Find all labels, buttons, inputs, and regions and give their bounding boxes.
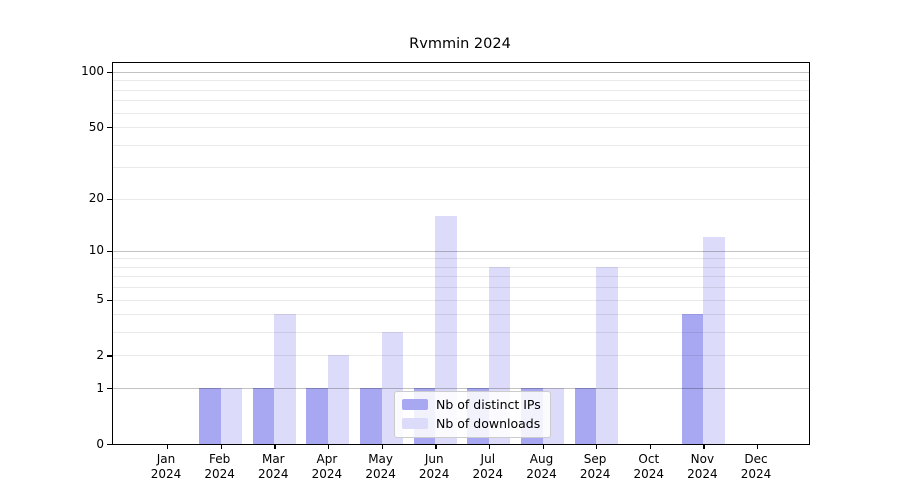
y-tick-10 [107, 251, 113, 252]
legend-row-distinct-ips: Nb of distinct IPs [402, 397, 541, 412]
bar-distinct-ips-nov [682, 314, 704, 444]
y-tick-20 [107, 199, 113, 200]
y-tick-label-50: 50 [0, 120, 104, 134]
x-tick-label-oct: Oct2024 [619, 452, 679, 482]
y-tick-label-0: 0 [0, 437, 104, 451]
legend: Nb of distinct IPs Nb of downloads [394, 391, 551, 438]
x-tick-label-jul: Jul2024 [458, 452, 518, 482]
chart-title: Rvmmin 2024 [112, 36, 808, 52]
gridline-60 [113, 113, 809, 114]
x-tick-label-feb: Feb2024 [190, 452, 250, 482]
y-tick-2 [107, 355, 113, 356]
x-tick-dec [757, 444, 758, 449]
x-tick-sep [596, 444, 597, 449]
x-tick-label-nov: Nov2024 [672, 452, 732, 482]
gridline-20 [113, 199, 809, 200]
bar-downloads-sep [596, 267, 618, 444]
y-tick-50 [107, 127, 113, 128]
y-tick-5 [107, 300, 113, 301]
y-tick-label-20: 20 [0, 191, 104, 205]
x-tick-aug [543, 444, 544, 449]
bar-distinct-ips-mar [253, 388, 275, 444]
x-tick-nov [703, 444, 704, 449]
bar-downloads-feb [221, 388, 243, 444]
gridline-40 [113, 145, 809, 146]
gridline-100 [113, 72, 809, 73]
bar-downloads-nov [703, 237, 725, 444]
legend-swatch-icon [402, 418, 428, 429]
y-tick-1 [107, 388, 113, 389]
bar-downloads-apr [328, 355, 350, 444]
x-tick-label-sep: Sep2024 [565, 452, 625, 482]
x-tick-label-apr: Apr2024 [297, 452, 357, 482]
figure: Rvmmin 2024 Nb of distinct IPs Nb of down… [0, 0, 900, 500]
y-tick-label-10: 10 [0, 243, 104, 257]
x-tick-label-dec: Dec2024 [726, 452, 786, 482]
y-tick-label-5: 5 [0, 292, 104, 306]
bar-downloads-mar [274, 314, 296, 444]
bar-distinct-ips-feb [199, 388, 221, 444]
legend-row-downloads: Nb of downloads [402, 416, 541, 431]
gridline-30 [113, 167, 809, 168]
legend-swatch-icon [402, 399, 428, 410]
y-tick-label-100: 100 [0, 64, 104, 78]
bar-distinct-ips-may [360, 388, 382, 444]
bar-distinct-ips-apr [306, 388, 328, 444]
plot-area: Nb of distinct IPs Nb of downloads [112, 62, 810, 445]
x-tick-jan [167, 444, 168, 449]
gridline-50 [113, 127, 809, 128]
y-tick-label-1: 1 [0, 381, 104, 395]
x-tick-jun [435, 444, 436, 449]
x-tick-label-may: May2024 [351, 452, 411, 482]
x-tick-mar [274, 444, 275, 449]
y-tick-label-2: 2 [0, 348, 104, 362]
legend-label: Nb of downloads [436, 416, 540, 431]
x-tick-may [382, 444, 383, 449]
y-tick-0 [107, 444, 113, 445]
x-tick-label-mar: Mar2024 [243, 452, 303, 482]
x-tick-jul [489, 444, 490, 449]
x-tick-label-jan: Jan2024 [136, 452, 196, 482]
x-tick-label-aug: Aug2024 [512, 452, 572, 482]
x-tick-apr [328, 444, 329, 449]
x-tick-oct [650, 444, 651, 449]
gridline-70 [113, 100, 809, 101]
gridline-90 [113, 80, 809, 81]
gridline-80 [113, 90, 809, 91]
bar-distinct-ips-sep [575, 388, 597, 444]
legend-label: Nb of distinct IPs [436, 397, 541, 412]
x-tick-feb [221, 444, 222, 449]
y-tick-100 [107, 72, 113, 73]
x-tick-label-jun: Jun2024 [404, 452, 464, 482]
